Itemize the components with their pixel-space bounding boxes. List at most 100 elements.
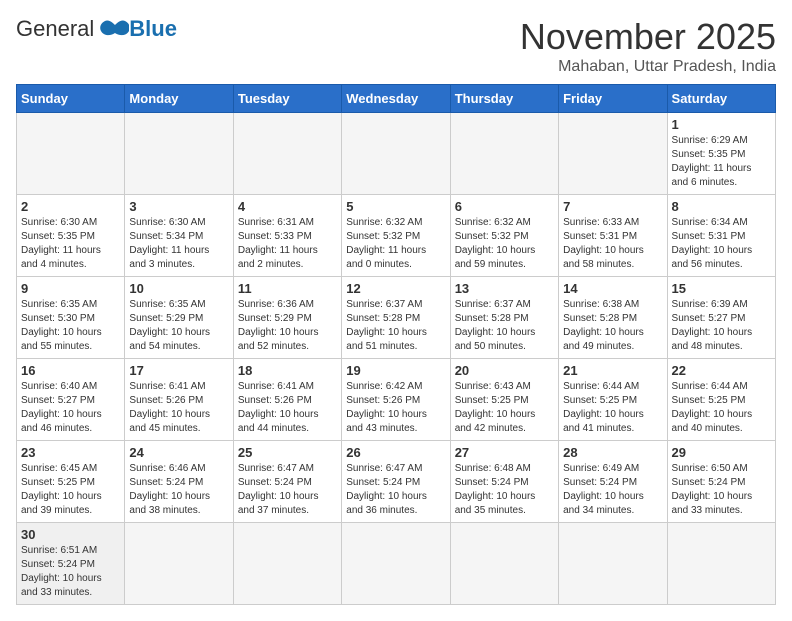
day-info: Sunrise: 6:38 AMSunset: 5:28 PMDaylight:… (563, 298, 662, 354)
day-info: Sunrise: 6:49 AMSunset: 5:24 PMDaylight:… (563, 462, 662, 518)
day-header-sunday: Sunday (17, 85, 125, 113)
day-info: Sunrise: 6:47 AMSunset: 5:24 PMDaylight:… (346, 462, 445, 518)
day-info: Sunrise: 6:40 AMSunset: 5:27 PMDaylight:… (21, 380, 120, 436)
calendar-cell (125, 523, 233, 605)
calendar-cell: 12 Sunrise: 6:37 AMSunset: 5:28 PMDayligh… (342, 277, 450, 359)
day-info: Sunrise: 6:36 AMSunset: 5:29 PMDaylight:… (238, 298, 337, 354)
day-number: 13 (455, 281, 554, 296)
day-info: Sunrise: 6:29 AMSunset: 5:35 PMDaylight:… (672, 134, 771, 190)
day-info: Sunrise: 6:50 AMSunset: 5:24 PMDaylight:… (672, 462, 771, 518)
day-info: Sunrise: 6:34 AMSunset: 5:31 PMDaylight:… (672, 216, 771, 272)
location: Mahaban, Uttar Pradesh, India (520, 58, 776, 76)
day-info: Sunrise: 6:32 AMSunset: 5:32 PMDaylight:… (346, 216, 445, 272)
calendar-cell: 24Sunrise: 6:46 AMSunset: 5:24 PMDayligh… (125, 441, 233, 523)
calendar-cell: 1 Sunrise: 6:29 AMSunset: 5:35 PMDaylight… (667, 113, 775, 195)
day-number: 10 (129, 281, 228, 296)
day-info: Sunrise: 6:37 AMSunset: 5:28 PMDaylight:… (346, 298, 445, 354)
day-number: 3 (129, 199, 228, 214)
calendar-week-4: 16 Sunrise: 6:40 AMSunset: 5:27 PMDayligh… (17, 359, 776, 441)
day-number: 28 (563, 445, 662, 460)
logo-general: General (16, 16, 94, 42)
calendar-cell: 29 Sunrise: 6:50 AMSunset: 5:24 PMDayligh… (667, 441, 775, 523)
calendar-cell: 23 Sunrise: 6:45 AMSunset: 5:25 PMDayligh… (17, 441, 125, 523)
day-header-monday: Monday (125, 85, 233, 113)
day-number: 7 (563, 199, 662, 214)
calendar-cell: 20Sunrise: 6:43 AMSunset: 5:25 PMDayligh… (450, 359, 558, 441)
calendar-cell: 7 Sunrise: 6:33 AMSunset: 5:31 PMDaylight… (559, 195, 667, 277)
day-info: Sunrise: 6:47 AMSunset: 5:24 PMDaylight:… (238, 462, 337, 518)
day-number: 14 (563, 281, 662, 296)
calendar-cell: 28 Sunrise: 6:49 AMSunset: 5:24 PMDayligh… (559, 441, 667, 523)
day-number: 2 (21, 199, 120, 214)
day-info: Sunrise: 6:35 AMSunset: 5:29 PMDaylight:… (129, 298, 228, 354)
calendar-cell: 6Sunrise: 6:32 AMSunset: 5:32 PMDaylight… (450, 195, 558, 277)
day-number: 4 (238, 199, 337, 214)
calendar-cell: 26 Sunrise: 6:47 AMSunset: 5:24 PMDayligh… (342, 441, 450, 523)
day-info: Sunrise: 6:41 AMSunset: 5:26 PMDaylight:… (129, 380, 228, 436)
day-number: 23 (21, 445, 120, 460)
calendar-cell: 4 Sunrise: 6:31 AMSunset: 5:33 PMDaylight… (233, 195, 341, 277)
calendar-cell (233, 523, 341, 605)
calendar-cell: 11 Sunrise: 6:36 AMSunset: 5:29 PMDayligh… (233, 277, 341, 359)
day-number: 26 (346, 445, 445, 460)
day-number: 27 (455, 445, 554, 460)
calendar-cell: 21 Sunrise: 6:44 AMSunset: 5:25 PMDayligh… (559, 359, 667, 441)
calendar-cell (17, 113, 125, 195)
calendar-cell: 9Sunrise: 6:35 AMSunset: 5:30 PMDaylight… (17, 277, 125, 359)
calendar-cell: 5 Sunrise: 6:32 AMSunset: 5:32 PMDaylight… (342, 195, 450, 277)
day-info: Sunrise: 6:46 AMSunset: 5:24 PMDaylight:… (129, 462, 228, 518)
calendar-cell (450, 113, 558, 195)
day-info: Sunrise: 6:51 AMSunset: 5:24 PMDaylight:… (21, 544, 120, 600)
day-number: 16 (21, 363, 120, 378)
day-info: Sunrise: 6:31 AMSunset: 5:33 PMDaylight:… (238, 216, 337, 272)
calendar-cell (559, 523, 667, 605)
day-number: 11 (238, 281, 337, 296)
day-number: 12 (346, 281, 445, 296)
day-info: Sunrise: 6:32 AMSunset: 5:32 PMDaylight:… (455, 216, 554, 272)
calendar-cell: 27Sunrise: 6:48 AMSunset: 5:24 PMDayligh… (450, 441, 558, 523)
day-info: Sunrise: 6:30 AMSunset: 5:34 PMDaylight:… (129, 216, 228, 272)
calendar-cell (667, 523, 775, 605)
calendar-cell (342, 113, 450, 195)
day-info: Sunrise: 6:37 AMSunset: 5:28 PMDaylight:… (455, 298, 554, 354)
calendar-week-2: 2 Sunrise: 6:30 AMSunset: 5:35 PMDaylight… (17, 195, 776, 277)
day-info: Sunrise: 6:30 AMSunset: 5:35 PMDaylight:… (21, 216, 120, 272)
logo-bird-icon (97, 17, 129, 41)
day-info: Sunrise: 6:39 AMSunset: 5:27 PMDaylight:… (672, 298, 771, 354)
logo-blue: Blue (129, 16, 177, 42)
calendar-cell: 13 Sunrise: 6:37 AMSunset: 5:28 PMDayligh… (450, 277, 558, 359)
calendar-week-6: 30 Sunrise: 6:51 AMSunset: 5:24 PMDayligh… (17, 523, 776, 605)
day-info: Sunrise: 6:35 AMSunset: 5:30 PMDaylight:… (21, 298, 120, 354)
day-number: 22 (672, 363, 771, 378)
day-header-tuesday: Tuesday (233, 85, 341, 113)
day-number: 29 (672, 445, 771, 460)
day-number: 17 (129, 363, 228, 378)
calendar-cell: 10 Sunrise: 6:35 AMSunset: 5:29 PMDayligh… (125, 277, 233, 359)
day-number: 21 (563, 363, 662, 378)
calendar-week-3: 9Sunrise: 6:35 AMSunset: 5:30 PMDaylight… (17, 277, 776, 359)
day-header-thursday: Thursday (450, 85, 558, 113)
day-number: 8 (672, 199, 771, 214)
day-number: 5 (346, 199, 445, 214)
calendar-cell: 2 Sunrise: 6:30 AMSunset: 5:35 PMDaylight… (17, 195, 125, 277)
logo: General Blue (16, 16, 177, 42)
calendar-cell: 30 Sunrise: 6:51 AMSunset: 5:24 PMDayligh… (17, 523, 125, 605)
day-info: Sunrise: 6:33 AMSunset: 5:31 PMDaylight:… (563, 216, 662, 272)
calendar-cell (559, 113, 667, 195)
calendar-cell (342, 523, 450, 605)
calendar-cell: 8 Sunrise: 6:34 AMSunset: 5:31 PMDaylight… (667, 195, 775, 277)
calendar-cell: 17 Sunrise: 6:41 AMSunset: 5:26 PMDayligh… (125, 359, 233, 441)
calendar-cell: 19Sunrise: 6:42 AMSunset: 5:26 PMDayligh… (342, 359, 450, 441)
day-info: Sunrise: 6:41 AMSunset: 5:26 PMDaylight:… (238, 380, 337, 436)
day-info: Sunrise: 6:45 AMSunset: 5:25 PMDaylight:… (21, 462, 120, 518)
calendar-cell: 15Sunrise: 6:39 AMSunset: 5:27 PMDayligh… (667, 277, 775, 359)
calendar: SundayMondayTuesdayWednesdayThursdayFrid… (16, 84, 776, 605)
day-number: 1 (672, 117, 771, 132)
day-number: 30 (21, 527, 120, 542)
calendar-week-5: 23 Sunrise: 6:45 AMSunset: 5:25 PMDayligh… (17, 441, 776, 523)
day-number: 25 (238, 445, 337, 460)
day-info: Sunrise: 6:44 AMSunset: 5:25 PMDaylight:… (672, 380, 771, 436)
day-header-wednesday: Wednesday (342, 85, 450, 113)
day-info: Sunrise: 6:44 AMSunset: 5:25 PMDaylight:… (563, 380, 662, 436)
calendar-cell (233, 113, 341, 195)
